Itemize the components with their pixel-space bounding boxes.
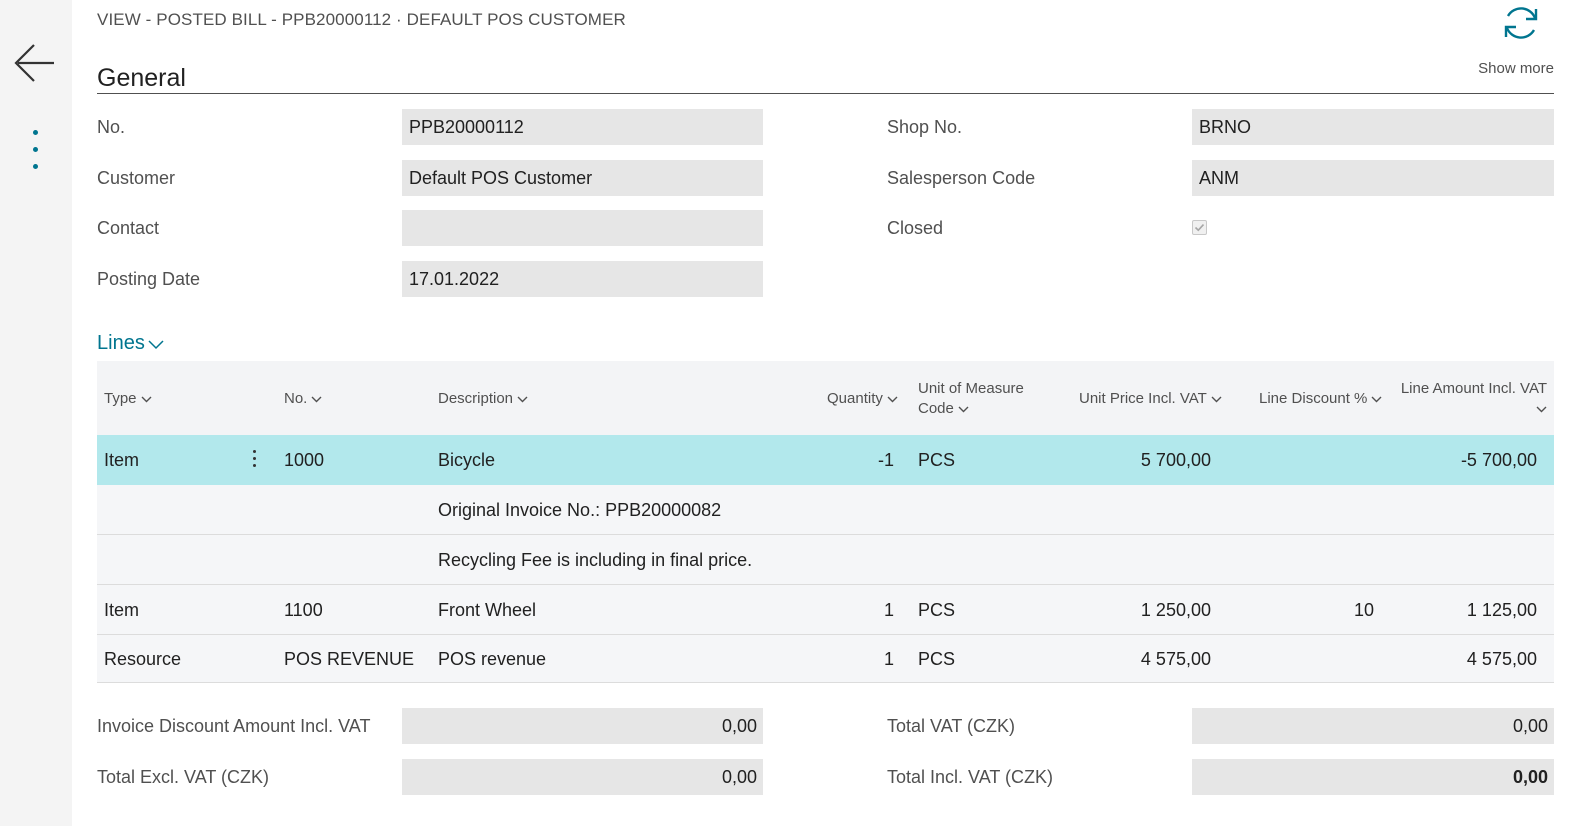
total-vat-field[interactable]: 0,00: [1192, 708, 1554, 744]
cell-uom[interactable]: PCS: [918, 585, 955, 635]
cell-line-amount[interactable]: 1 125,00: [1397, 585, 1537, 635]
chevron-down-icon: [1211, 396, 1222, 403]
more-actions-icon[interactable]: [25, 130, 45, 176]
chevron-down-icon: [141, 396, 152, 403]
cell-no[interactable]: 1100: [284, 585, 323, 635]
cell-type[interactable]: Resource: [104, 635, 181, 683]
cell-description[interactable]: Bicycle: [438, 435, 495, 485]
total-excl-vat-label: Total Excl. VAT (CZK): [97, 767, 270, 787]
column-header-line-discount[interactable]: Line Discount %: [1259, 389, 1382, 409]
column-header-quantity-label: Quantity: [827, 390, 883, 407]
row-actions-icon[interactable]: [249, 450, 259, 472]
column-header-uom-line2: Code: [918, 400, 954, 417]
salesperson-code-field[interactable]: ANM: [1192, 160, 1554, 196]
column-header-description[interactable]: Description: [438, 389, 528, 409]
chevron-down-icon: [1536, 406, 1547, 413]
refresh-icon[interactable]: [1500, 2, 1542, 44]
total-incl-vat-field[interactable]: 0,00: [1192, 759, 1554, 795]
cell-line-amount[interactable]: 4 575,00: [1397, 635, 1537, 683]
cell-quantity[interactable]: 1: [797, 585, 894, 635]
cell-quantity[interactable]: -1: [797, 435, 894, 485]
cell-uom[interactable]: PCS: [918, 635, 955, 683]
lines-grid-header: Type No. Description Quantity Unit of Me…: [97, 361, 1554, 435]
column-header-unit-price-label: Unit Price Incl. VAT: [1079, 390, 1207, 407]
shop-no-field[interactable]: BRNO: [1192, 109, 1554, 145]
table-row[interactable]: Item 1000 Bicycle -1 PCS 5 700,00 -5 700…: [97, 435, 1554, 485]
column-header-unit-price[interactable]: Unit Price Incl. VAT: [1079, 389, 1222, 409]
cell-no[interactable]: 1000: [284, 435, 324, 485]
cell-uom[interactable]: PCS: [918, 435, 955, 485]
posting-date-label: Posting Date: [97, 269, 201, 289]
column-header-line-discount-label: Line Discount %: [1259, 390, 1368, 407]
shop-no-label: Shop No.: [887, 117, 963, 137]
cell-type[interactable]: Item: [104, 435, 139, 485]
chevron-down-icon: [887, 396, 898, 403]
cell-type[interactable]: Item: [104, 585, 139, 635]
column-header-unit-of-measure[interactable]: Unit of Measure Code: [918, 379, 1024, 419]
cell-unit-price[interactable]: 1 250,00: [1077, 585, 1211, 635]
chevron-down-icon: [958, 406, 969, 413]
no-field[interactable]: PPB20000112: [402, 109, 763, 145]
table-row[interactable]: Recycling Fee is including in final pric…: [97, 535, 1554, 585]
cell-description[interactable]: POS revenue: [438, 635, 546, 683]
cell-line-amount[interactable]: -5 700,00: [1397, 435, 1537, 485]
no-label: No.: [97, 117, 126, 137]
left-rail: [0, 0, 72, 826]
contact-label: Contact: [97, 218, 160, 238]
salesperson-code-label: Salesperson Code: [887, 168, 1036, 188]
chevron-down-icon: [148, 340, 164, 350]
contact-field[interactable]: [402, 210, 763, 246]
invoice-discount-label: Invoice Discount Amount Incl. VAT: [97, 716, 371, 736]
customer-label: Customer: [97, 168, 176, 188]
section-title-general[interactable]: General: [97, 64, 186, 93]
column-header-uom-line1: Unit of Measure: [918, 380, 1024, 397]
closed-label: Closed: [887, 218, 944, 238]
posting-date-field[interactable]: 17.01.2022: [402, 261, 763, 297]
cell-no[interactable]: POS REVENUE: [284, 635, 414, 683]
cell-description[interactable]: Original Invoice No.: PPB20000082: [438, 485, 721, 535]
column-header-description-label: Description: [438, 390, 514, 407]
closed-checkbox-icon[interactable]: [1192, 220, 1207, 235]
chevron-down-icon: [517, 396, 528, 403]
cell-line-discount[interactable]: 10: [1257, 585, 1374, 635]
show-more-link[interactable]: Show more: [1478, 60, 1554, 77]
lines-section-toggle[interactable]: Lines: [97, 332, 164, 355]
cell-quantity[interactable]: 1: [797, 635, 894, 683]
column-header-type[interactable]: Type: [104, 389, 152, 409]
total-incl-vat-label: Total Incl. VAT (CZK): [887, 767, 1054, 787]
column-header-no-label: No.: [284, 390, 308, 407]
table-row[interactable]: Item 1100 Front Wheel 1 PCS 1 250,00 10 …: [97, 585, 1554, 635]
total-excl-vat-field[interactable]: 0,00: [402, 759, 763, 795]
lines-title: Lines: [97, 332, 145, 354]
cell-description[interactable]: Front Wheel: [438, 585, 536, 635]
back-arrow-icon[interactable]: [12, 40, 58, 86]
chevron-down-icon: [311, 396, 322, 403]
total-vat-label: Total VAT (CZK): [887, 716, 1016, 736]
section-divider: [97, 93, 1554, 94]
page-breadcrumb: VIEW - POSTED BILL - PPB20000112 · DEFAU…: [97, 10, 626, 29]
table-row[interactable]: Original Invoice No.: PPB20000082: [97, 485, 1554, 535]
cell-unit-price[interactable]: 4 575,00: [1077, 635, 1211, 683]
lines-grid: Type No. Description Quantity Unit of Me…: [97, 361, 1554, 683]
column-header-no[interactable]: No.: [284, 389, 322, 409]
column-header-type-label: Type: [104, 390, 137, 407]
cell-description[interactable]: Recycling Fee is including in final pric…: [438, 535, 752, 585]
cell-unit-price[interactable]: 5 700,00: [1077, 435, 1211, 485]
chevron-down-icon: [1371, 396, 1382, 403]
column-header-line-amount[interactable]: Line Amount Incl. VAT: [1397, 379, 1547, 419]
column-header-quantity[interactable]: Quantity: [827, 389, 898, 409]
customer-field[interactable]: Default POS Customer: [402, 160, 763, 196]
table-row[interactable]: Resource POS REVENUE POS revenue 1 PCS 4…: [97, 635, 1554, 683]
column-header-line-amount-label: Line Amount Incl. VAT: [1400, 380, 1547, 397]
invoice-discount-field[interactable]: 0,00: [402, 708, 763, 744]
